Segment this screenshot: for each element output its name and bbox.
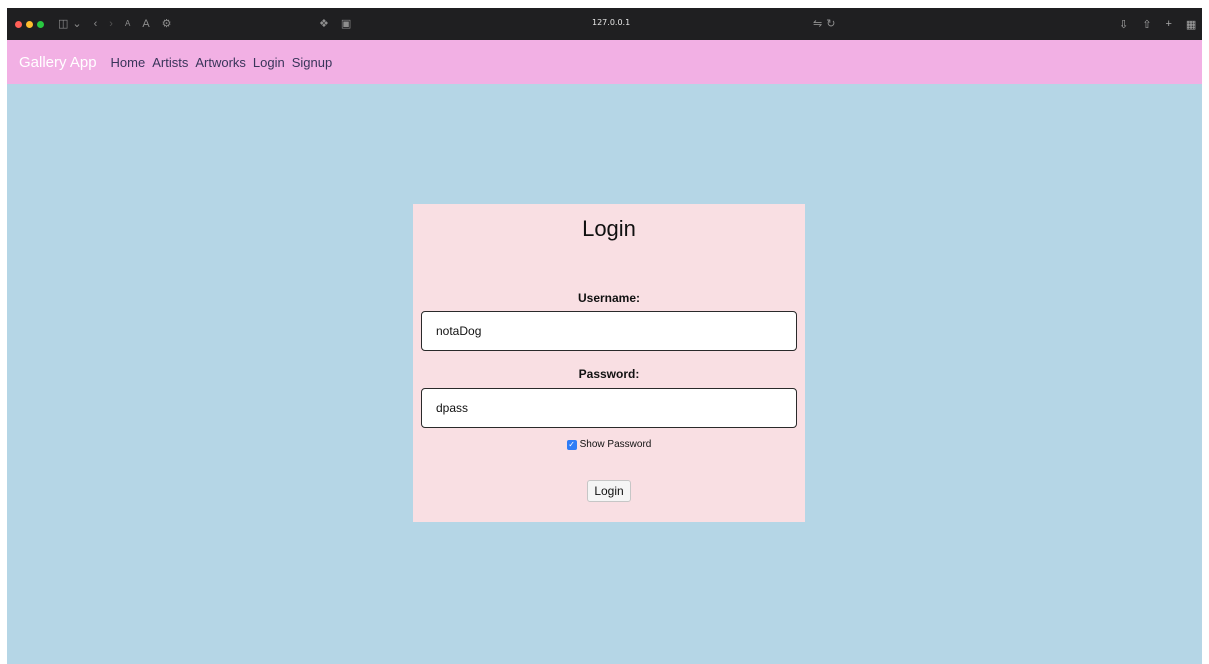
- username-label: Username:: [577, 291, 641, 305]
- login-title: Login: [582, 216, 636, 241]
- browser-toolbar: ◫ ⌄ ‹ › A A ⚙ ❖ ▣ 127.0.0.1 ⇋ ↻ ⇩ ⇧ + ▦: [7, 8, 1202, 40]
- app-navbar: Gallery App Home Artists Artworks Login …: [7, 40, 1202, 84]
- maximize-window-button[interactable]: [37, 20, 44, 28]
- new-tab-icon[interactable]: +: [1165, 18, 1171, 30]
- back-icon[interactable]: ‹: [94, 18, 98, 30]
- reload-icon[interactable]: ↻: [826, 18, 835, 30]
- text-large-icon[interactable]: A: [142, 18, 149, 30]
- show-password-label[interactable]: Show Password: [580, 439, 652, 450]
- nav-link-artworks[interactable]: Artworks: [195, 55, 246, 70]
- forward-icon[interactable]: ›: [109, 18, 113, 30]
- tab-overview-icon[interactable]: ▦: [1186, 18, 1196, 31]
- extension-icon[interactable]: ❖: [319, 18, 329, 30]
- text-small-icon[interactable]: A: [125, 20, 130, 28]
- notion-icon[interactable]: ▣: [341, 18, 351, 30]
- nav-link-artists[interactable]: Artists: [152, 55, 188, 70]
- sidebar-icon[interactable]: ◫: [58, 18, 68, 30]
- login-button[interactable]: Login: [587, 480, 631, 502]
- nav-link-signup[interactable]: Signup: [292, 55, 332, 70]
- browser-window: ◫ ⌄ ‹ › A A ⚙ ❖ ▣ 127.0.0.1 ⇋ ↻ ⇩ ⇧ + ▦ …: [7, 8, 1202, 664]
- nav-link-login[interactable]: Login: [253, 55, 285, 70]
- password-input[interactable]: [421, 388, 797, 428]
- password-label: Password:: [578, 367, 640, 381]
- download-icon[interactable]: ⇩: [1119, 18, 1128, 31]
- translate-icon[interactable]: ⇋: [813, 18, 822, 30]
- show-password-checkbox[interactable]: ✓: [566, 439, 577, 450]
- nav-link-home[interactable]: Home: [111, 55, 146, 70]
- share-icon[interactable]: ⇧: [1142, 18, 1151, 31]
- login-card: Login Username: Password: ✓ Show Passwor…: [413, 204, 805, 522]
- settings-icon[interactable]: ⚙: [162, 18, 172, 30]
- show-password-row: ✓ Show Password: [413, 439, 805, 450]
- minimize-window-button[interactable]: [26, 20, 33, 28]
- brand-logo[interactable]: Gallery App: [19, 54, 97, 71]
- chevron-down-icon[interactable]: ⌄: [72, 18, 81, 30]
- url-text[interactable]: 127.0.0.1: [592, 18, 630, 27]
- close-window-button[interactable]: [15, 20, 22, 28]
- username-input[interactable]: [421, 311, 797, 351]
